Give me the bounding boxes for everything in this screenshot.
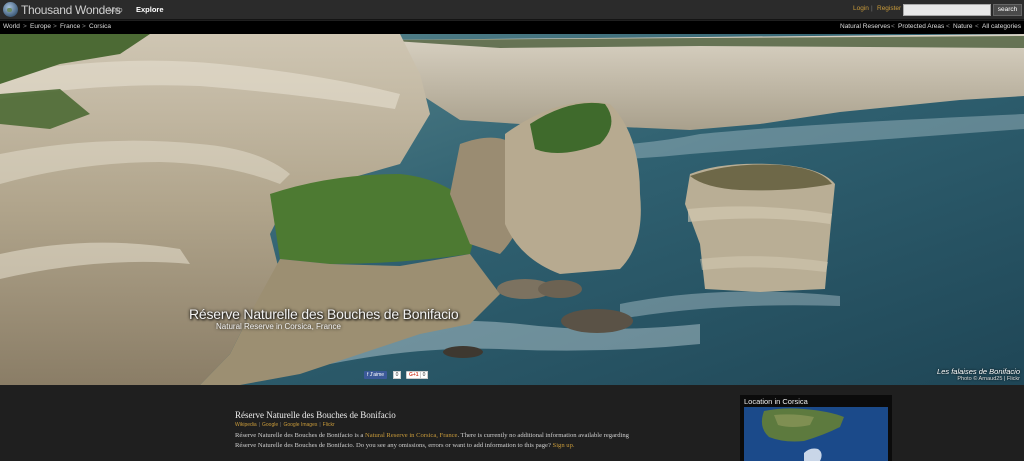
category-nature[interactable]: Nature	[953, 23, 973, 30]
category-all[interactable]: All categories	[982, 23, 1021, 30]
category-natural-reserves[interactable]: Natural Reserves	[840, 23, 890, 30]
photo-title: Les falaises de Bonifacio	[937, 367, 1020, 376]
login-link[interactable]: Login	[853, 5, 869, 12]
category-separator: <	[975, 23, 979, 30]
location-panel: Location in Corsica	[740, 395, 892, 461]
search-input[interactable]	[903, 4, 991, 16]
google-plus-count: 0	[420, 371, 428, 379]
breadcrumb-bar: World > Europe > France > Corsica Natura…	[0, 21, 1024, 34]
link-wikipedia[interactable]: Wikipedia	[235, 422, 257, 428]
photo-caption: Les falaises de Bonifacio Photo © Arnaud…	[937, 367, 1020, 382]
hero-photo: Réserve Naturelle des Bouches de Bonifac…	[0, 34, 1024, 385]
location-title: Location in Corsica	[744, 397, 808, 406]
globe-icon	[3, 2, 18, 17]
category-separator: <	[891, 23, 895, 30]
signup-link[interactable]: Sign up.	[553, 442, 575, 449]
top-bar: Thousand Wonders Map Explore Login | Reg…	[0, 0, 1024, 20]
breadcrumb-separator: >	[82, 23, 86, 30]
category-separator: <	[946, 23, 950, 30]
nav-map[interactable]: Map	[108, 5, 123, 14]
description-text: Réserve Naturelle des Bouches de Bonifac…	[235, 432, 364, 439]
link-google-images[interactable]: Google Images	[283, 422, 317, 428]
hero-subtitle: Natural Reserve in Corsica, France	[216, 322, 341, 331]
link-flickr[interactable]: Flickr	[323, 422, 335, 428]
facebook-like-count: 0	[393, 371, 401, 379]
site-logo[interactable]: Thousand Wonders	[3, 2, 121, 17]
breadcrumb-separator: >	[53, 23, 57, 30]
link-google[interactable]: Google	[262, 422, 278, 428]
breadcrumb-corsica[interactable]: Corsica	[89, 23, 111, 30]
breadcrumb-separator: >	[23, 23, 27, 30]
search-button[interactable]: search	[993, 4, 1022, 16]
breadcrumb-france[interactable]: France	[60, 23, 80, 30]
location-map[interactable]	[744, 407, 888, 461]
cliff-landscape-image	[0, 34, 1024, 385]
description: Réserve Naturelle des Bouches de Bonifac…	[235, 431, 635, 451]
logo-text: Thousand Wonders	[21, 2, 121, 17]
nav-explore[interactable]: Explore	[136, 5, 164, 14]
category-link[interactable]: Natural Reserve in Corsica, France	[365, 432, 457, 439]
facebook-like-button[interactable]: f J'aime	[364, 371, 388, 379]
hero-title: Réserve Naturelle des Bouches de Bonifac…	[189, 306, 459, 322]
category-protected-areas[interactable]: Protected Areas	[898, 23, 944, 30]
content-title: Réserve Naturelle des Bouches de Bonifac…	[235, 410, 396, 420]
breadcrumb-world[interactable]: World	[3, 23, 20, 30]
corsica-map-image	[744, 407, 888, 461]
breadcrumb-europe[interactable]: Europe	[30, 23, 51, 30]
photo-credit[interactable]: Photo © Arnaud25 | Flickr	[937, 376, 1020, 382]
register-link[interactable]: Register	[877, 5, 901, 12]
auth-separator: |	[871, 5, 873, 12]
external-links: Wikipedia | Google | Google Images | Flickr	[235, 422, 335, 428]
